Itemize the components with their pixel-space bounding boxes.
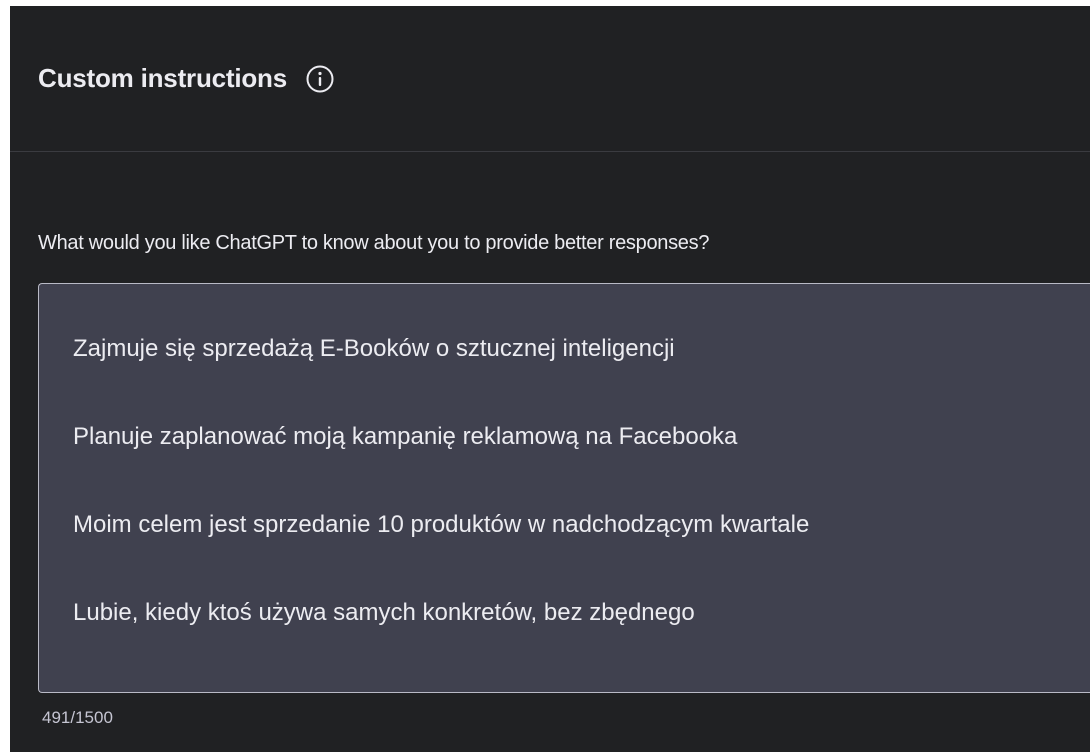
dialog-header: Custom instructions [10,6,1090,151]
header-divider [10,151,1090,152]
about-user-textarea-value[interactable]: Zajmuje się sprzedażą E-Booków o sztuczn… [73,327,973,635]
dialog-title: Custom instructions [38,63,287,93]
about-user-textarea[interactable]: Zajmuje się sprzedażą E-Booków o sztuczn… [38,283,1090,693]
about-user-question-label: What would you like ChatGPT to know abou… [38,232,710,254]
info-circle-icon[interactable] [305,64,335,94]
character-counter: 491/1500 [42,708,113,727]
custom-instructions-dialog: Custom instructions What would you like … [10,6,1090,752]
